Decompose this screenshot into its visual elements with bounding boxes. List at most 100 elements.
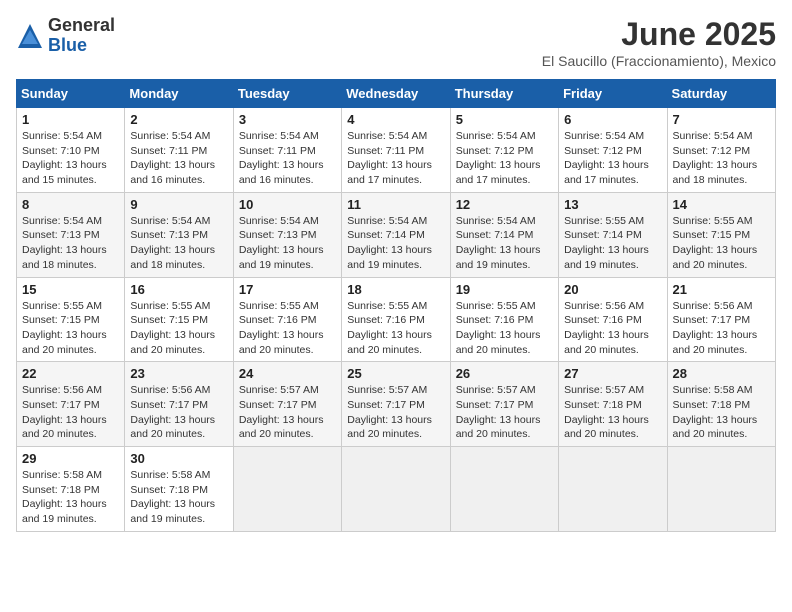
day-info: Sunrise: 5:57 AM Sunset: 7:17 PM Dayligh… <box>239 383 336 442</box>
day-info: Sunrise: 5:55 AM Sunset: 7:15 PM Dayligh… <box>673 214 770 273</box>
calendar-cell: 28 Sunrise: 5:58 AM Sunset: 7:18 PM Dayl… <box>667 362 775 447</box>
header-friday: Friday <box>559 80 667 108</box>
day-info: Sunrise: 5:55 AM Sunset: 7:15 PM Dayligh… <box>130 299 227 358</box>
logo-text: General Blue <box>48 16 115 56</box>
calendar-body: 1 Sunrise: 5:54 AM Sunset: 7:10 PM Dayli… <box>17 108 776 532</box>
day-info: Sunrise: 5:54 AM Sunset: 7:11 PM Dayligh… <box>130 129 227 188</box>
calendar-cell: 4 Sunrise: 5:54 AM Sunset: 7:11 PM Dayli… <box>342 108 450 193</box>
calendar-header: SundayMondayTuesdayWednesdayThursdayFrid… <box>17 80 776 108</box>
header-row: SundayMondayTuesdayWednesdayThursdayFrid… <box>17 80 776 108</box>
calendar-cell <box>559 447 667 532</box>
day-number: 15 <box>22 282 119 297</box>
day-info: Sunrise: 5:55 AM Sunset: 7:15 PM Dayligh… <box>22 299 119 358</box>
calendar-cell: 18 Sunrise: 5:55 AM Sunset: 7:16 PM Dayl… <box>342 277 450 362</box>
calendar-cell: 1 Sunrise: 5:54 AM Sunset: 7:10 PM Dayli… <box>17 108 125 193</box>
day-info: Sunrise: 5:58 AM Sunset: 7:18 PM Dayligh… <box>130 468 227 527</box>
header-monday: Monday <box>125 80 233 108</box>
day-number: 21 <box>673 282 770 297</box>
day-info: Sunrise: 5:54 AM Sunset: 7:11 PM Dayligh… <box>239 129 336 188</box>
calendar-cell: 12 Sunrise: 5:54 AM Sunset: 7:14 PM Dayl… <box>450 192 558 277</box>
day-info: Sunrise: 5:56 AM Sunset: 7:16 PM Dayligh… <box>564 299 661 358</box>
calendar-cell: 3 Sunrise: 5:54 AM Sunset: 7:11 PM Dayli… <box>233 108 341 193</box>
day-number: 22 <box>22 366 119 381</box>
header-thursday: Thursday <box>450 80 558 108</box>
day-info: Sunrise: 5:54 AM Sunset: 7:14 PM Dayligh… <box>347 214 444 273</box>
calendar-cell <box>667 447 775 532</box>
calendar: SundayMondayTuesdayWednesdayThursdayFrid… <box>16 79 776 532</box>
day-number: 6 <box>564 112 661 127</box>
calendar-cell: 29 Sunrise: 5:58 AM Sunset: 7:18 PM Dayl… <box>17 447 125 532</box>
logo-blue: Blue <box>48 36 115 56</box>
calendar-week-5: 29 Sunrise: 5:58 AM Sunset: 7:18 PM Dayl… <box>17 447 776 532</box>
calendar-cell: 10 Sunrise: 5:54 AM Sunset: 7:13 PM Dayl… <box>233 192 341 277</box>
day-number: 18 <box>347 282 444 297</box>
day-number: 16 <box>130 282 227 297</box>
calendar-cell: 24 Sunrise: 5:57 AM Sunset: 7:17 PM Dayl… <box>233 362 341 447</box>
day-number: 3 <box>239 112 336 127</box>
day-info: Sunrise: 5:55 AM Sunset: 7:14 PM Dayligh… <box>564 214 661 273</box>
calendar-week-3: 15 Sunrise: 5:55 AM Sunset: 7:15 PM Dayl… <box>17 277 776 362</box>
calendar-week-2: 8 Sunrise: 5:54 AM Sunset: 7:13 PM Dayli… <box>17 192 776 277</box>
calendar-cell: 9 Sunrise: 5:54 AM Sunset: 7:13 PM Dayli… <box>125 192 233 277</box>
calendar-cell: 25 Sunrise: 5:57 AM Sunset: 7:17 PM Dayl… <box>342 362 450 447</box>
day-number: 26 <box>456 366 553 381</box>
day-number: 2 <box>130 112 227 127</box>
day-number: 30 <box>130 451 227 466</box>
day-info: Sunrise: 5:54 AM Sunset: 7:12 PM Dayligh… <box>564 129 661 188</box>
day-info: Sunrise: 5:57 AM Sunset: 7:17 PM Dayligh… <box>347 383 444 442</box>
calendar-week-1: 1 Sunrise: 5:54 AM Sunset: 7:10 PM Dayli… <box>17 108 776 193</box>
day-number: 29 <box>22 451 119 466</box>
header-tuesday: Tuesday <box>233 80 341 108</box>
calendar-cell: 8 Sunrise: 5:54 AM Sunset: 7:13 PM Dayli… <box>17 192 125 277</box>
day-number: 4 <box>347 112 444 127</box>
day-number: 12 <box>456 197 553 212</box>
calendar-cell: 27 Sunrise: 5:57 AM Sunset: 7:18 PM Dayl… <box>559 362 667 447</box>
day-info: Sunrise: 5:54 AM Sunset: 7:11 PM Dayligh… <box>347 129 444 188</box>
day-info: Sunrise: 5:54 AM Sunset: 7:14 PM Dayligh… <box>456 214 553 273</box>
logo-general: General <box>48 16 115 36</box>
calendar-cell: 19 Sunrise: 5:55 AM Sunset: 7:16 PM Dayl… <box>450 277 558 362</box>
day-number: 7 <box>673 112 770 127</box>
day-info: Sunrise: 5:57 AM Sunset: 7:17 PM Dayligh… <box>456 383 553 442</box>
calendar-cell: 5 Sunrise: 5:54 AM Sunset: 7:12 PM Dayli… <box>450 108 558 193</box>
calendar-cell: 16 Sunrise: 5:55 AM Sunset: 7:15 PM Dayl… <box>125 277 233 362</box>
day-info: Sunrise: 5:54 AM Sunset: 7:12 PM Dayligh… <box>673 129 770 188</box>
logo: General Blue <box>16 16 115 56</box>
calendar-cell: 20 Sunrise: 5:56 AM Sunset: 7:16 PM Dayl… <box>559 277 667 362</box>
day-info: Sunrise: 5:56 AM Sunset: 7:17 PM Dayligh… <box>130 383 227 442</box>
day-number: 20 <box>564 282 661 297</box>
header: General Blue June 2025 El Saucillo (Frac… <box>16 16 776 69</box>
title-area: June 2025 El Saucillo (Fraccionamiento),… <box>542 16 776 69</box>
calendar-cell: 30 Sunrise: 5:58 AM Sunset: 7:18 PM Dayl… <box>125 447 233 532</box>
day-info: Sunrise: 5:54 AM Sunset: 7:10 PM Dayligh… <box>22 129 119 188</box>
day-info: Sunrise: 5:55 AM Sunset: 7:16 PM Dayligh… <box>456 299 553 358</box>
day-number: 5 <box>456 112 553 127</box>
calendar-cell: 13 Sunrise: 5:55 AM Sunset: 7:14 PM Dayl… <box>559 192 667 277</box>
main-title: June 2025 <box>542 16 776 53</box>
day-number: 1 <box>22 112 119 127</box>
calendar-cell: 21 Sunrise: 5:56 AM Sunset: 7:17 PM Dayl… <box>667 277 775 362</box>
day-info: Sunrise: 5:58 AM Sunset: 7:18 PM Dayligh… <box>673 383 770 442</box>
logo-icon <box>16 22 44 50</box>
day-number: 25 <box>347 366 444 381</box>
calendar-cell: 15 Sunrise: 5:55 AM Sunset: 7:15 PM Dayl… <box>17 277 125 362</box>
calendar-cell <box>233 447 341 532</box>
day-info: Sunrise: 5:56 AM Sunset: 7:17 PM Dayligh… <box>673 299 770 358</box>
day-number: 13 <box>564 197 661 212</box>
subtitle: El Saucillo (Fraccionamiento), Mexico <box>542 53 776 69</box>
calendar-cell: 7 Sunrise: 5:54 AM Sunset: 7:12 PM Dayli… <box>667 108 775 193</box>
calendar-cell: 2 Sunrise: 5:54 AM Sunset: 7:11 PM Dayli… <box>125 108 233 193</box>
day-info: Sunrise: 5:57 AM Sunset: 7:18 PM Dayligh… <box>564 383 661 442</box>
calendar-cell: 22 Sunrise: 5:56 AM Sunset: 7:17 PM Dayl… <box>17 362 125 447</box>
day-info: Sunrise: 5:54 AM Sunset: 7:12 PM Dayligh… <box>456 129 553 188</box>
day-number: 10 <box>239 197 336 212</box>
day-info: Sunrise: 5:54 AM Sunset: 7:13 PM Dayligh… <box>130 214 227 273</box>
day-info: Sunrise: 5:54 AM Sunset: 7:13 PM Dayligh… <box>22 214 119 273</box>
day-info: Sunrise: 5:55 AM Sunset: 7:16 PM Dayligh… <box>347 299 444 358</box>
calendar-cell <box>342 447 450 532</box>
day-number: 8 <box>22 197 119 212</box>
calendar-cell: 14 Sunrise: 5:55 AM Sunset: 7:15 PM Dayl… <box>667 192 775 277</box>
day-info: Sunrise: 5:56 AM Sunset: 7:17 PM Dayligh… <box>22 383 119 442</box>
calendar-cell: 26 Sunrise: 5:57 AM Sunset: 7:17 PM Dayl… <box>450 362 558 447</box>
day-number: 9 <box>130 197 227 212</box>
